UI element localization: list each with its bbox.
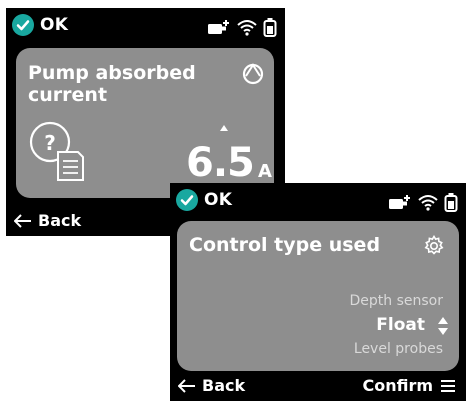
back-button[interactable]: Back (178, 376, 245, 395)
settings-gear-icon (424, 235, 444, 255)
screen-control-type: OK Control type used Depth sensor Float … (170, 183, 466, 401)
up-down-arrows-icon[interactable] (437, 315, 449, 337)
status-bar: OK (6, 8, 285, 48)
status-ok: OK (12, 14, 68, 36)
status-icons (207, 17, 277, 37)
page-title: Pump absorbed current (28, 62, 196, 106)
page-title: Control type used (189, 234, 381, 256)
status-icons (388, 192, 458, 212)
power-plug-icon (389, 195, 410, 209)
current-unit: A (258, 161, 272, 182)
wifi-icon (418, 195, 438, 211)
battery-icon (263, 18, 277, 37)
help-document-icon: ? (29, 121, 84, 181)
battery-icon (444, 193, 458, 212)
check-circle-icon (12, 14, 34, 36)
back-arrow-icon (14, 213, 31, 228)
back-arrow-icon (178, 378, 195, 393)
status-ok: OK (176, 189, 232, 211)
confirm-label: Confirm (362, 376, 433, 395)
info-card: Pump absorbed current ? 6.5 A (16, 48, 274, 198)
option-selected[interactable]: Float (376, 315, 425, 335)
svg-text:?: ? (44, 131, 56, 155)
check-circle-icon (176, 189, 198, 211)
selection-card: Control type used Depth sensor Float Lev… (177, 221, 459, 371)
wifi-icon (237, 20, 257, 36)
back-label: Back (38, 211, 82, 230)
caret-up-icon[interactable] (219, 124, 229, 132)
option-above[interactable]: Depth sensor (350, 293, 444, 309)
bottom-bar: Back Confirm (170, 371, 466, 401)
menu-icon (441, 379, 455, 392)
option-below[interactable]: Level probes (354, 341, 443, 357)
status-bar: OK (170, 183, 466, 223)
circle-progress-icon (242, 63, 264, 85)
power-plug-icon (208, 20, 229, 34)
status-ok-label: OK (204, 190, 233, 210)
confirm-button[interactable]: Confirm (362, 376, 456, 395)
back-button[interactable]: Back (14, 211, 81, 230)
back-label: Back (202, 376, 246, 395)
status-ok-label: OK (40, 15, 69, 35)
current-value: 6.5 (186, 140, 255, 186)
